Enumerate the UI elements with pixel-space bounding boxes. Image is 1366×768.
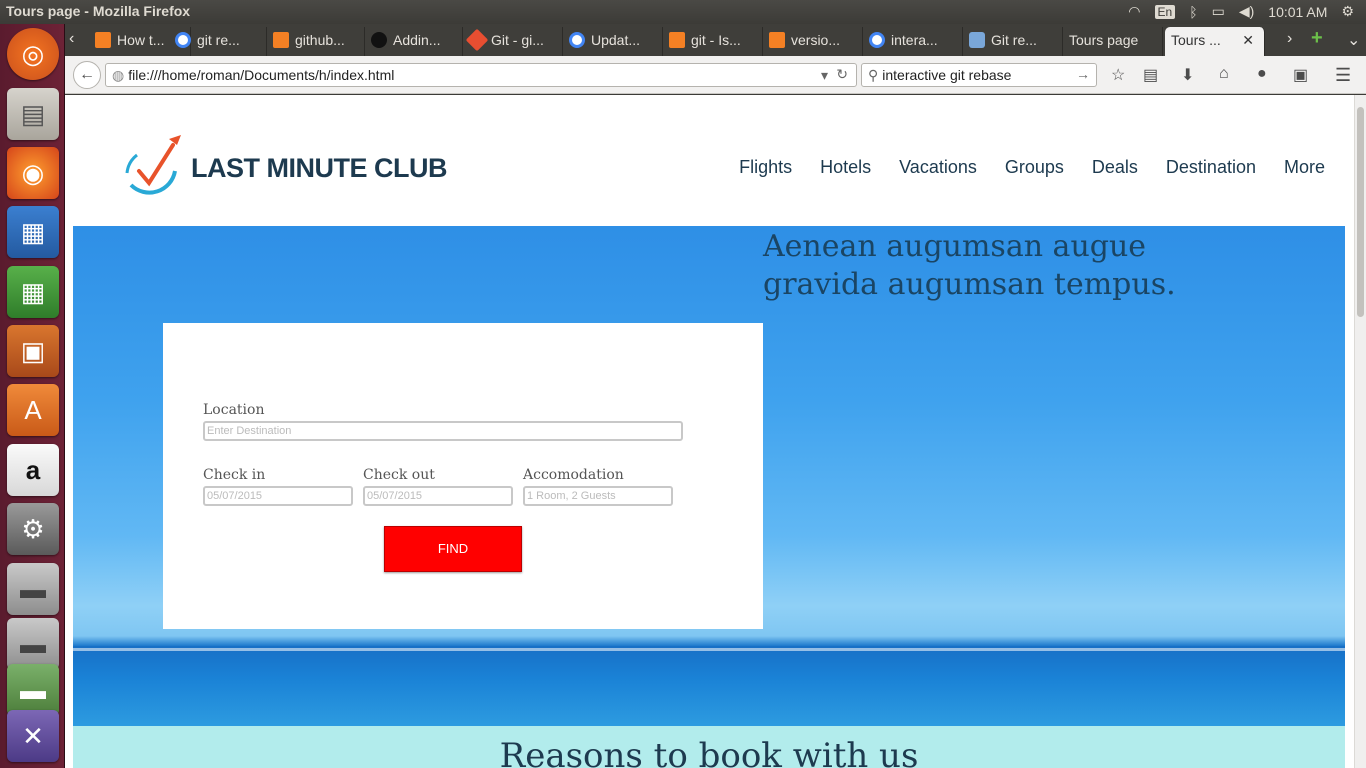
main-navigation: Flights Hotels Vacations Groups Deals De… (739, 157, 1325, 178)
browser-tab[interactable]: git - Is... (663, 27, 763, 56)
clock-plane-logo-icon (121, 133, 185, 203)
checkout-input[interactable]: 05/07/2015 (363, 486, 513, 506)
browser-tab[interactable]: Addin... (365, 27, 463, 56)
close-tab-icon[interactable]: ✕ (1242, 32, 1254, 49)
page-viewport: LAST MINUTE CLUB Flights Hotels Vacation… (65, 95, 1354, 768)
sea-background (73, 646, 1345, 726)
google-icon (175, 32, 191, 48)
ubuntu-dash-icon[interactable]: ◎ (7, 28, 59, 80)
scrollbar-thumb[interactable] (1357, 107, 1364, 317)
nav-destination[interactable]: Destination (1166, 157, 1256, 178)
brand-name: LAST MINUTE CLUB (191, 152, 447, 183)
browser-tab[interactable]: Tours page (1063, 27, 1163, 56)
tab-strip: ‹ How t... git re... github... Addin... … (65, 24, 1366, 56)
new-tab-plus-icon[interactable]: + (1311, 27, 1323, 50)
window-title: Tours page - Mozilla Firefox (6, 3, 191, 19)
keyboard-layout-indicator[interactable]: En (1154, 4, 1176, 19)
navigation-toolbar: ← ◍ file:///home/roman/Documents/h/index.… (65, 56, 1366, 94)
amazon-icon[interactable]: a (7, 444, 59, 496)
reasons-section: Reasons to book with us (73, 726, 1345, 768)
accomodation-label: Accomodation (523, 467, 624, 483)
browser-tab-active[interactable]: Tours ... ✕ (1165, 27, 1265, 56)
google-icon (869, 32, 885, 48)
firefox-icon[interactable]: ◉ (7, 147, 59, 199)
reload-icon[interactable]: ↻ (836, 66, 848, 83)
tab-list-chevron-icon[interactable]: ⌄ (1347, 30, 1360, 50)
checkin-label: Check in (203, 467, 266, 483)
url-text: file:///home/roman/Documents/h/index.htm… (128, 67, 395, 83)
libreoffice-writer-icon[interactable]: ▦ (7, 206, 59, 258)
settings-gear-icon[interactable]: ⚙ (1341, 3, 1354, 20)
globe-icon: ◍ (112, 67, 125, 83)
reasons-heading: Reasons to book with us (499, 736, 919, 768)
search-text: interactive git rebase (882, 67, 1012, 83)
google-icon (569, 32, 585, 48)
url-bar[interactable]: ◍ file:///home/roman/Documents/h/index.ht… (105, 63, 857, 87)
drive-icon[interactable]: ▬ (7, 563, 59, 615)
browser-tab[interactable]: versio... (763, 27, 863, 56)
git-icon (465, 28, 489, 52)
wave-line (73, 648, 1345, 651)
hero-banner: Aenean augumsan augue gravida augumsan t… (73, 226, 1345, 726)
back-arrow-icon[interactable]: ← (73, 61, 101, 89)
battery-icon[interactable]: ▭ (1212, 3, 1225, 20)
github-icon (371, 32, 387, 48)
browser-tab[interactable]: github... (267, 27, 365, 56)
bluetooth-icon[interactable]: ᛒ (1189, 4, 1197, 20)
wifi-icon[interactable]: ◠ (1128, 3, 1140, 20)
files-icon[interactable]: ▤ (7, 88, 59, 140)
hero-tagline: Aenean augumsan augue gravida augumsan t… (763, 229, 1176, 302)
tab-scroll-left-icon[interactable]: ‹ (69, 30, 74, 48)
nav-flights[interactable]: Flights (739, 157, 792, 178)
hamburger-menu-icon[interactable]: ☰ (1335, 65, 1351, 86)
stackoverflow-icon (95, 32, 111, 48)
libreoffice-impress-icon[interactable]: ▣ (7, 325, 59, 377)
location-input[interactable]: Enter Destination (203, 421, 683, 441)
stackoverflow-icon (669, 32, 685, 48)
nav-groups[interactable]: Groups (1005, 157, 1064, 178)
top-panel: Tours page - Mozilla Firefox ◠ En ᛒ ▭ ◀)… (0, 0, 1366, 24)
reading-list-icon[interactable]: ▤ (1143, 65, 1158, 85)
bookmark-star-icon[interactable]: ☆ (1111, 65, 1125, 85)
checkin-input[interactable]: 05/07/2015 (203, 486, 353, 506)
system-settings-icon[interactable]: ⚙ (7, 503, 59, 555)
url-dropdown-chevron-icon[interactable]: ▾ (821, 67, 828, 84)
indicator-area: ◠ En ᛒ ▭ ◀) 10:01 AM ⚙ (1128, 3, 1354, 20)
browser-tab[interactable]: Updat... (563, 27, 663, 56)
clock[interactable]: 10:01 AM (1268, 4, 1327, 20)
unity-launcher: ◎ ▤ ◉ ▦ ▦ ▣ A a ⚙ ▬ ▬ ▬ ✕ (0, 24, 65, 768)
chat-bubble-icon[interactable]: ● (1257, 65, 1267, 83)
page-scrollbar[interactable] (1354, 95, 1366, 768)
stacked-apps-icon[interactable]: ▬ (7, 664, 59, 716)
libreoffice-calc-icon[interactable]: ▦ (7, 266, 59, 318)
browser-tab[interactable]: Git - gi... (463, 27, 563, 56)
screenshot-addon-icon[interactable]: ▣ (1293, 65, 1308, 85)
nav-hotels[interactable]: Hotels (820, 157, 871, 178)
location-label: Location (203, 402, 265, 418)
search-bar[interactable]: ⚲ interactive git rebase → (861, 63, 1097, 87)
accomodation-input[interactable]: 1 Room, 2 Guests (523, 486, 673, 506)
search-form-card: Location Enter Destination Check in 05/0… (163, 323, 763, 629)
tab-scroll-right-icon[interactable]: › (1287, 30, 1292, 48)
site-logo[interactable]: LAST MINUTE CLUB (121, 133, 447, 203)
nav-more[interactable]: More (1284, 157, 1325, 178)
downloads-arrow-icon[interactable]: ⬇ (1181, 65, 1194, 85)
find-button[interactable]: FIND (384, 526, 522, 572)
software-center-icon[interactable]: A (7, 384, 59, 436)
browser-tab[interactable]: Git re... (963, 27, 1063, 56)
home-icon[interactable]: ⌂ (1219, 65, 1229, 83)
nav-deals[interactable]: Deals (1092, 157, 1138, 178)
nav-vacations[interactable]: Vacations (899, 157, 977, 178)
search-icon: ⚲ (868, 67, 879, 83)
volume-icon[interactable]: ◀) (1239, 3, 1254, 20)
trash-icon[interactable]: ✕ (7, 710, 59, 762)
database-icon (969, 32, 985, 48)
search-go-arrow-icon[interactable]: → (1076, 66, 1090, 82)
stackoverflow-icon (273, 32, 289, 48)
browser-tab[interactable]: intera... (863, 27, 963, 56)
browser-tab[interactable]: git re... (169, 27, 267, 56)
stackoverflow-icon (769, 32, 785, 48)
drive-icon[interactable]: ▬ (7, 618, 59, 670)
checkout-label: Check out (363, 467, 435, 483)
